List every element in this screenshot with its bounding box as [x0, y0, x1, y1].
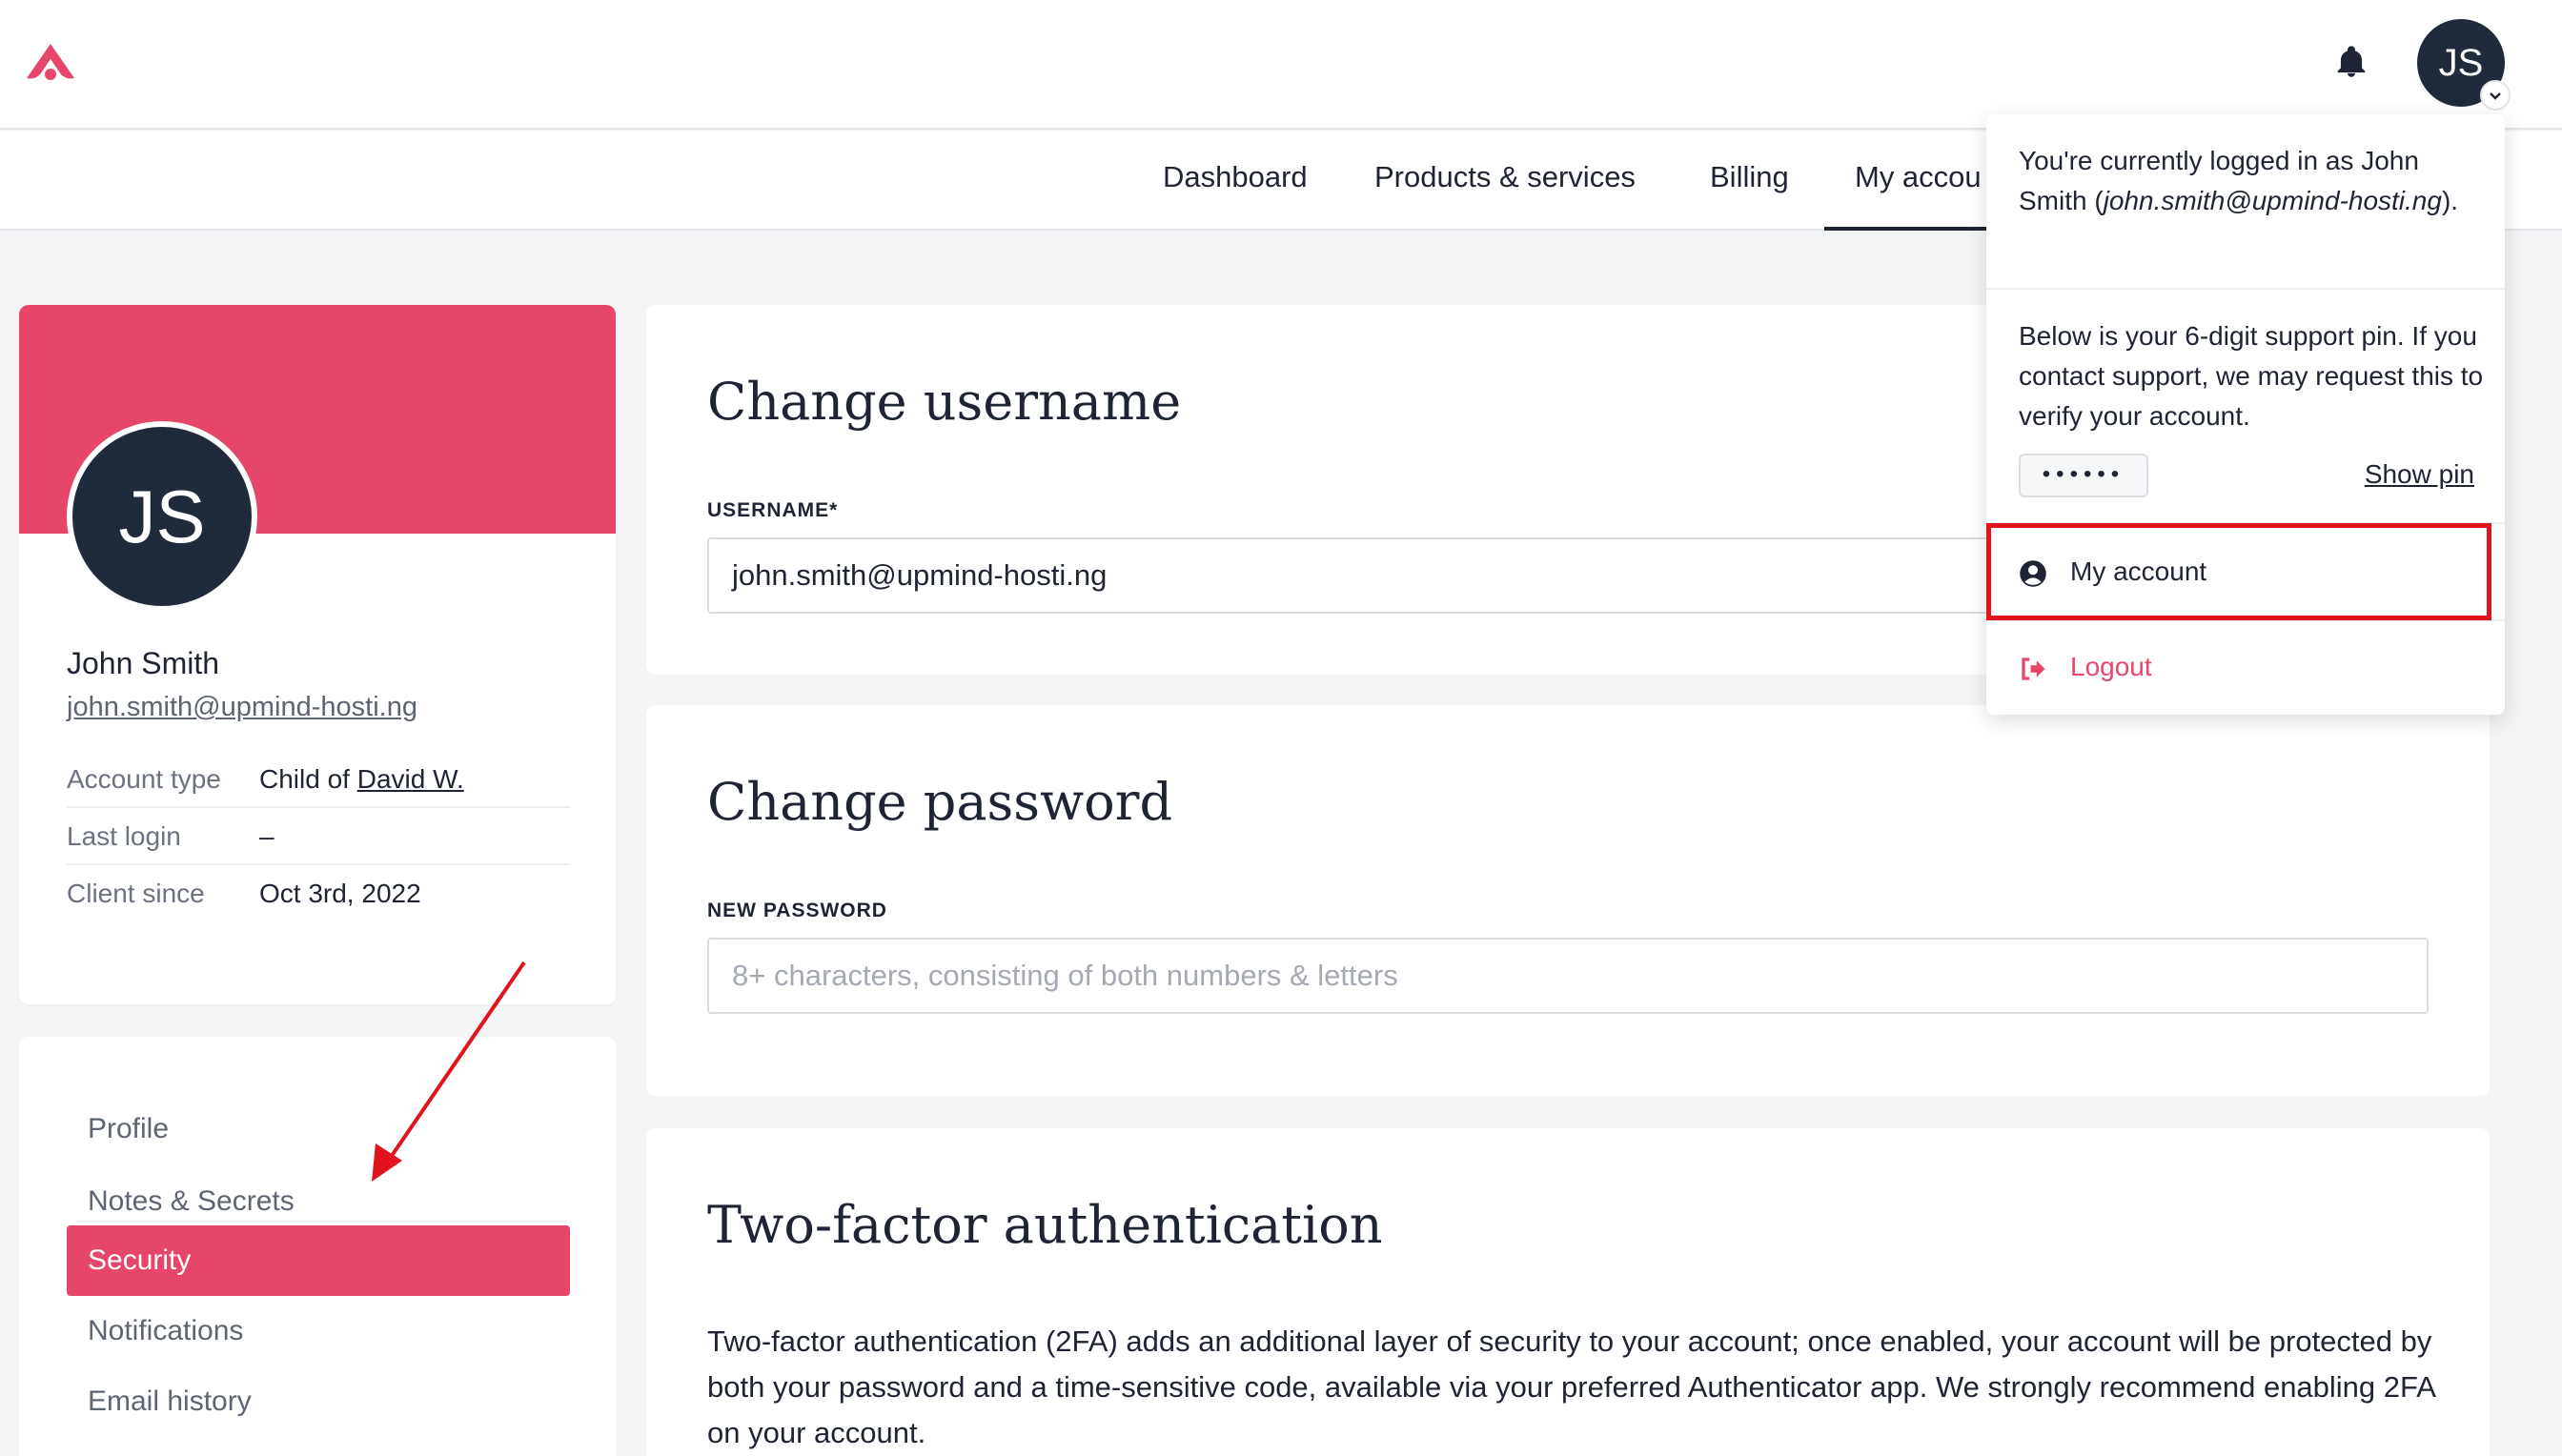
- account-type-row: Account type Child of David W.: [67, 751, 570, 808]
- parent-account-link[interactable]: David W.: [357, 764, 464, 794]
- sidemenu-security[interactable]: Security: [67, 1225, 570, 1296]
- sidemenu-email-history[interactable]: Email history: [67, 1366, 570, 1437]
- last-login-value: –: [259, 821, 274, 851]
- show-pin-link[interactable]: Show pin: [2365, 459, 2474, 490]
- brand-logo-icon[interactable]: [25, 42, 76, 82]
- logout-label: Logout: [2070, 652, 2152, 681]
- two-factor-description: Two-factor authentication (2FA) adds an …: [707, 1325, 2435, 1449]
- account-type-prefix: Child of: [259, 764, 357, 794]
- annotation-arrow-icon: [372, 961, 526, 1182]
- user-dropdown-menu: You're currently logged in as John Smith…: [1986, 114, 2505, 715]
- support-pin-description: Below is your 6-digit support pin. If yo…: [2019, 321, 2484, 431]
- profile-email-link[interactable]: john.smith@upmind-hosti.ng: [67, 692, 417, 723]
- profile-name: John Smith: [67, 646, 220, 680]
- nav-dashboard[interactable]: Dashboard: [1132, 131, 1338, 231]
- avatar: JS: [67, 421, 257, 612]
- user-avatar-button[interactable]: JS: [2417, 19, 2511, 111]
- username-label: USERNAME*: [707, 499, 839, 521]
- support-pin-value: ••••••: [2019, 454, 2148, 497]
- account-type-label: Account type: [67, 764, 221, 794]
- two-factor-title: Two-factor authentication: [707, 1195, 1383, 1255]
- nav-products-services[interactable]: Products & services: [1344, 131, 1666, 231]
- logged-in-prefix: You're currently logged in as: [2019, 146, 2362, 175]
- sidemenu-notifications[interactable]: Notifications: [67, 1296, 570, 1366]
- chevron-down-icon: [2480, 80, 2511, 111]
- change-password-title: Change password: [707, 772, 1173, 832]
- client-since-value: Oct 3rd, 2022: [259, 879, 421, 908]
- last-login-label: Last login: [67, 821, 181, 851]
- two-factor-card: Two-factor authentication Two-factor aut…: [646, 1128, 2490, 1456]
- dropdown-divider: [1986, 288, 2505, 290]
- change-username-title: Change username: [707, 372, 1182, 432]
- nav-my-account[interactable]: My accou: [1824, 131, 1986, 231]
- change-password-card: Change password NEW PASSWORD 8+ characte…: [646, 705, 2490, 1096]
- top-header: JS: [0, 0, 2562, 130]
- logout-icon: [2022, 657, 2045, 680]
- bell-icon[interactable]: [2333, 44, 2369, 80]
- last-login-row: Last login –: [67, 808, 570, 865]
- nav-billing[interactable]: Billing: [1679, 131, 1820, 231]
- new-password-input[interactable]: 8+ characters, consisting of both number…: [707, 938, 2429, 1014]
- new-password-label: NEW PASSWORD: [707, 900, 887, 921]
- annotation-highlight-box: [1986, 523, 2491, 620]
- avatar-initials: JS: [118, 474, 206, 558]
- logged-in-email: john.smith@upmind-hosti.ng: [2103, 186, 2442, 215]
- account-type-value: Child of David W.: [259, 764, 464, 795]
- client-since-row: Client since Oct 3rd, 2022: [67, 865, 570, 922]
- avatar-initials: JS: [2438, 41, 2484, 84]
- profile-card: JS John Smith john.smith@upmind-hosti.ng…: [19, 305, 616, 1004]
- client-since-label: Client since: [67, 879, 205, 908]
- logged-in-info: You're currently logged in as John Smith…: [2019, 146, 2459, 215]
- dropdown-logout[interactable]: Logout: [1986, 621, 2505, 715]
